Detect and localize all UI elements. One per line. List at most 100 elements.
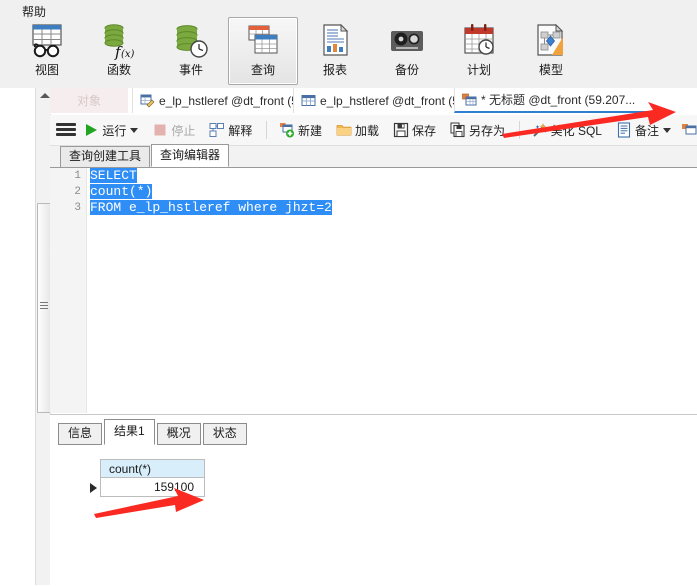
- ribbon-item-event[interactable]: 事件: [156, 17, 226, 85]
- tab-query-untitled[interactable]: * 无标题 @dt_front (59.207...: [454, 88, 647, 113]
- table-edit-icon: [140, 93, 155, 108]
- ribbon-item-label: 事件: [178, 63, 203, 77]
- comment-button[interactable]: 备注: [610, 117, 677, 143]
- tab-query-editor[interactable]: 查询编辑器: [151, 144, 230, 167]
- beautify-wand-icon: [532, 122, 548, 138]
- line-number: 3: [74, 202, 81, 214]
- sql-line-text: FROM e_lp_hstleref where jhzt=2: [90, 200, 332, 215]
- backup-tape-icon: [385, 21, 429, 61]
- svg-text:(x): (x): [121, 49, 135, 60]
- tab-query-builder[interactable]: 查询创建工具: [60, 146, 151, 167]
- event-clock-icon: [169, 21, 213, 61]
- ribbon-item-list: 视图 f (x) 函数 事件 查询 报表 备份 计划 模型: [0, 17, 586, 87]
- current-row-marker-icon: [88, 479, 98, 495]
- tab-label: e_lp_hstleref @dt_front (59...: [159, 93, 315, 108]
- result-grid[interactable]: count(*) 159100: [90, 459, 205, 497]
- toolbar-separator: [266, 121, 267, 139]
- beautify-sql-button[interactable]: 美化 SQL: [526, 117, 608, 143]
- tab-messages[interactable]: 信息: [58, 423, 103, 445]
- ribbon-item-schedule[interactable]: 计划: [444, 17, 514, 85]
- splitter-grip[interactable]: [37, 203, 51, 413]
- chevron-down-icon[interactable]: [130, 127, 139, 133]
- tab-profile[interactable]: 概况: [156, 423, 201, 445]
- ribbon-item-query[interactable]: 查询: [228, 17, 298, 85]
- overflow-table-icon[interactable]: [681, 122, 697, 138]
- tab-label: e_lp_hstleref @dt_front (59...: [320, 93, 476, 108]
- explain-button[interactable]: 解释: [203, 117, 258, 143]
- new-label: 新建: [297, 123, 322, 138]
- save-as-label: 另存为: [469, 123, 506, 138]
- tab-table-editor-1[interactable]: e_lp_hstleref @dt_front (59...: [132, 88, 315, 113]
- line-number: 2: [74, 186, 81, 198]
- stop-square-icon: [152, 122, 168, 138]
- ribbon-item-label: 计划: [466, 63, 491, 77]
- new-query-add-icon: [279, 122, 295, 138]
- comment-label: 备注: [634, 123, 659, 138]
- ribbon-item-label: 视图: [34, 63, 59, 77]
- stop-button: 停止: [146, 117, 201, 143]
- column-header-count[interactable]: count(*): [100, 459, 205, 478]
- ribbon-item-label: 报表: [322, 63, 347, 77]
- stop-label: 停止: [171, 123, 196, 138]
- sql-line: count(*): [90, 184, 697, 200]
- function-fx-icon: f (x): [97, 21, 141, 61]
- sql-line-text: SELECT: [90, 168, 137, 183]
- save-floppy-icon: [393, 122, 409, 138]
- tab-table-editor-2[interactable]: e_lp_hstleref @dt_front (59...: [293, 88, 476, 113]
- save-label: 保存: [412, 123, 437, 138]
- query-table-icon: [241, 21, 285, 61]
- query-action-toolbar: 运行 停止 解释 新建 加载 保存 另存为 美化 SQL 备注: [50, 115, 697, 146]
- sql-line: SELECT: [90, 168, 697, 184]
- model-diagram-icon: [529, 21, 573, 61]
- comment-note-icon: [616, 122, 632, 138]
- sql-code-area[interactable]: SELECT count(*) FROM e_lp_hstleref where…: [90, 168, 697, 413]
- ribbon-item-model[interactable]: 模型: [516, 17, 586, 85]
- document-tab-strip: 对象 e_lp_hstleref @dt_front (59... e_lp_h…: [50, 88, 697, 114]
- save-button[interactable]: 保存: [387, 117, 442, 143]
- new-button[interactable]: 新建: [273, 117, 328, 143]
- sql-editor[interactable]: 1 2 3 SELECT count(*) FROM e_lp_hstleref…: [50, 168, 697, 413]
- sql-line: FROM e_lp_hstleref where jhzt=2: [90, 200, 697, 216]
- table-row[interactable]: 159100: [90, 478, 205, 497]
- sql-line-text: count(*): [90, 184, 153, 199]
- tab-objects[interactable]: 对象: [50, 88, 128, 113]
- cell-count-value[interactable]: 159100: [100, 478, 205, 497]
- ribbon-item-report[interactable]: 报表: [300, 17, 370, 85]
- results-panel: 信息 结果1 概况 状态 count(*) 159100: [50, 414, 697, 586]
- ribbon-item-view[interactable]: 视图: [12, 17, 82, 85]
- hamburger-menu-icon[interactable]: [56, 123, 76, 137]
- run-label: 运行: [102, 123, 127, 138]
- toolbar-separator: [519, 121, 520, 139]
- tab-label: * 无标题 @dt_front (59.207...: [481, 93, 636, 107]
- collapse-up-arrow-icon[interactable]: [40, 93, 50, 98]
- save-as-button[interactable]: 另存为: [444, 117, 511, 143]
- schedule-calendar-clock-icon: [457, 21, 501, 61]
- view-table-glasses-icon: [25, 21, 69, 61]
- line-number-gutter: 1 2 3: [50, 168, 87, 413]
- results-tab-bar: 信息 结果1 概况 状态: [58, 419, 249, 445]
- beautify-sql-label: 美化 SQL: [550, 123, 602, 138]
- load-folder-icon: [336, 122, 352, 138]
- report-document-icon: [313, 21, 357, 61]
- tab-status[interactable]: 状态: [202, 423, 247, 445]
- editor-subtab-bar: 查询创建工具 查询编辑器: [50, 144, 697, 168]
- ribbon-item-backup[interactable]: 备份: [372, 17, 442, 85]
- chevron-down-icon[interactable]: [662, 127, 671, 133]
- ribbon-toolbar: 帮助 视图 f (x) 函数 事件 查询 报表 备份 计划 模型: [0, 0, 697, 89]
- ribbon-item-label: 模型: [538, 63, 563, 77]
- line-number: 1: [74, 170, 81, 182]
- run-button[interactable]: 运行: [77, 117, 144, 143]
- ribbon-item-label: 查询: [250, 63, 275, 77]
- load-label: 加载: [355, 123, 380, 138]
- tab-result-1[interactable]: 结果1: [104, 419, 155, 445]
- ribbon-item-label: 备份: [394, 63, 419, 77]
- table-grid-icon: [301, 93, 316, 108]
- load-button[interactable]: 加载: [330, 117, 385, 143]
- app-window: 帮助 视图 f (x) 函数 事件 查询 报表 备份 计划 模型 对象 e_lp…: [0, 0, 697, 586]
- object-explorer-pane: [0, 88, 36, 585]
- ribbon-item-function[interactable]: f (x) 函数: [84, 17, 154, 85]
- ribbon-item-label: 函数: [106, 63, 131, 77]
- query-window-icon: [462, 92, 477, 107]
- save-as-copy-icon: [450, 122, 466, 138]
- vertical-splitter[interactable]: [36, 88, 51, 585]
